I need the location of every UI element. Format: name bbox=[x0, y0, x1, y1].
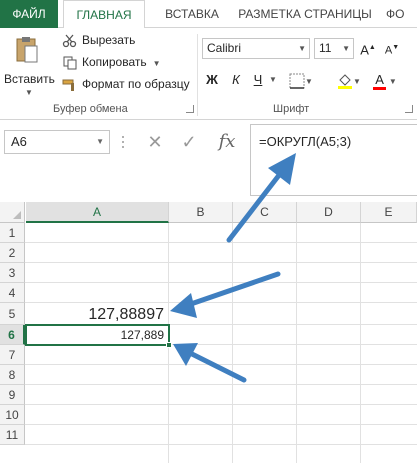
worksheet-grid: A B C D E 1 2 3 4 5 6 7 8 9 10 11 127,88… bbox=[0, 202, 417, 463]
gridline bbox=[296, 223, 297, 463]
column-header-a[interactable]: A bbox=[26, 202, 169, 223]
borders-button[interactable]: ▼ bbox=[286, 70, 316, 90]
paste-button[interactable]: Вставить ▼ bbox=[4, 32, 55, 98]
increase-font-size-icon[interactable]: A▲ bbox=[360, 38, 376, 58]
font-size-value: 11 bbox=[319, 41, 332, 55]
group-divider bbox=[197, 34, 198, 116]
font-color-icon: A bbox=[373, 72, 386, 90]
cell-a5[interactable]: 127,88897 bbox=[26, 304, 168, 324]
gridline bbox=[25, 404, 417, 405]
tab-insert[interactable]: ВСТАВКА bbox=[160, 0, 224, 28]
chevron-down-icon[interactable]: ▼ bbox=[268, 70, 278, 90]
name-box[interactable]: A6 ▼ bbox=[4, 130, 110, 154]
column-header-e[interactable]: E bbox=[361, 202, 417, 223]
italic-button[interactable]: К bbox=[228, 70, 244, 90]
chevron-down-icon: ▼ bbox=[25, 88, 33, 97]
column-header-b[interactable]: B bbox=[169, 202, 233, 223]
row-header-7[interactable]: 7 bbox=[0, 345, 25, 365]
formula-text: =ОКРУГЛ(A5;3) bbox=[259, 134, 352, 149]
gridline bbox=[25, 242, 417, 243]
format-painter-label: Формат по образцу bbox=[82, 77, 190, 91]
gridline bbox=[25, 282, 417, 283]
select-all-icon bbox=[13, 211, 21, 219]
font-name-value: Calibri bbox=[207, 41, 242, 55]
paste-label: Вставить bbox=[4, 72, 55, 86]
active-cell-border bbox=[25, 324, 170, 346]
font-name-select[interactable]: Calibri ▼ bbox=[202, 38, 310, 59]
bold-button[interactable]: Ж bbox=[204, 70, 220, 90]
row-header-11[interactable]: 11 bbox=[0, 425, 25, 445]
copy-icon bbox=[63, 56, 77, 70]
tab-page-layout[interactable]: РАЗМЕТКА СТРАНИЦЫ bbox=[238, 0, 372, 28]
copy-label: Копировать bbox=[82, 55, 147, 69]
column-header-c[interactable]: C bbox=[233, 202, 297, 223]
gridline bbox=[360, 223, 361, 463]
cancel-icon[interactable]: ✕ bbox=[143, 130, 167, 154]
formula-input[interactable]: =ОКРУГЛ(A5;3) bbox=[250, 124, 417, 196]
clipboard-group-label: Буфер обмена bbox=[53, 103, 128, 115]
row-header-10[interactable]: 10 bbox=[0, 405, 25, 425]
clipboard-icon bbox=[16, 37, 38, 63]
row-header-2[interactable]: 2 bbox=[0, 243, 25, 263]
decrease-font-size-icon[interactable]: A▼ bbox=[384, 38, 400, 58]
name-box-value: A6 bbox=[11, 134, 27, 149]
row-header-4[interactable]: 4 bbox=[0, 283, 25, 303]
font-color-button[interactable]: A ▼ bbox=[370, 70, 400, 90]
column-header-d[interactable]: D bbox=[297, 202, 361, 223]
cut-button[interactable]: Вырезать bbox=[62, 30, 135, 50]
chevron-down-icon: ▼ bbox=[96, 137, 104, 146]
row-header-8[interactable]: 8 bbox=[0, 365, 25, 385]
gridline bbox=[232, 223, 233, 463]
enter-check-icon[interactable]: ✓ bbox=[177, 130, 201, 154]
chevron-down-icon[interactable]: ▼ bbox=[153, 59, 161, 68]
gridline bbox=[25, 444, 417, 445]
format-painter-button[interactable]: Формат по образцу bbox=[62, 74, 190, 94]
gridline bbox=[25, 424, 417, 425]
paint-bucket-icon bbox=[338, 73, 353, 89]
tab-home[interactable]: ГЛАВНАЯ bbox=[63, 0, 145, 29]
tab-formulas-partial[interactable]: ФО bbox=[386, 0, 417, 28]
row-header-1[interactable]: 1 bbox=[0, 223, 25, 243]
gridline bbox=[25, 384, 417, 385]
copy-button[interactable]: Копировать ▼ bbox=[62, 52, 161, 72]
fill-color-button[interactable]: ▼ bbox=[334, 70, 364, 90]
select-all-button[interactable] bbox=[0, 202, 25, 223]
drag-handle-icon[interactable] bbox=[121, 134, 125, 150]
gridline bbox=[25, 364, 417, 365]
chevron-down-icon: ▼ bbox=[342, 44, 350, 53]
scissors-icon bbox=[62, 34, 77, 47]
borders-icon bbox=[289, 73, 305, 89]
cut-label: Вырезать bbox=[82, 33, 136, 47]
formula-buttons: ✕ ✓ fx bbox=[135, 130, 250, 154]
font-size-select[interactable]: 11 ▼ bbox=[314, 38, 354, 59]
chevron-down-icon: ▼ bbox=[298, 44, 306, 53]
font-launcher-icon[interactable] bbox=[405, 105, 413, 113]
row-header-5[interactable]: 5 bbox=[0, 303, 25, 325]
insert-function-button[interactable]: fx bbox=[213, 130, 241, 154]
row-header-9[interactable]: 9 bbox=[0, 385, 25, 405]
tab-file[interactable]: ФАЙЛ bbox=[0, 0, 58, 28]
brush-icon bbox=[62, 79, 74, 91]
clipboard-launcher-icon[interactable] bbox=[186, 105, 194, 113]
font-group-label: Шрифт bbox=[273, 103, 310, 115]
ribbon-home: Вставить ▼ Вырезать Копировать ▼ Формат п… bbox=[0, 28, 417, 120]
ribbon-tab-bar: ФАЙЛ ГЛАВНАЯ ВСТАВКА РАЗМЕТКА СТРАНИЦЫ Ф… bbox=[0, 0, 417, 29]
gridline bbox=[25, 302, 417, 303]
underline-button[interactable]: Ч bbox=[250, 70, 266, 90]
fill-handle[interactable] bbox=[166, 342, 172, 348]
gridline bbox=[25, 262, 417, 263]
row-header-3[interactable]: 3 bbox=[0, 263, 25, 283]
row-header-6[interactable]: 6 bbox=[0, 325, 25, 345]
